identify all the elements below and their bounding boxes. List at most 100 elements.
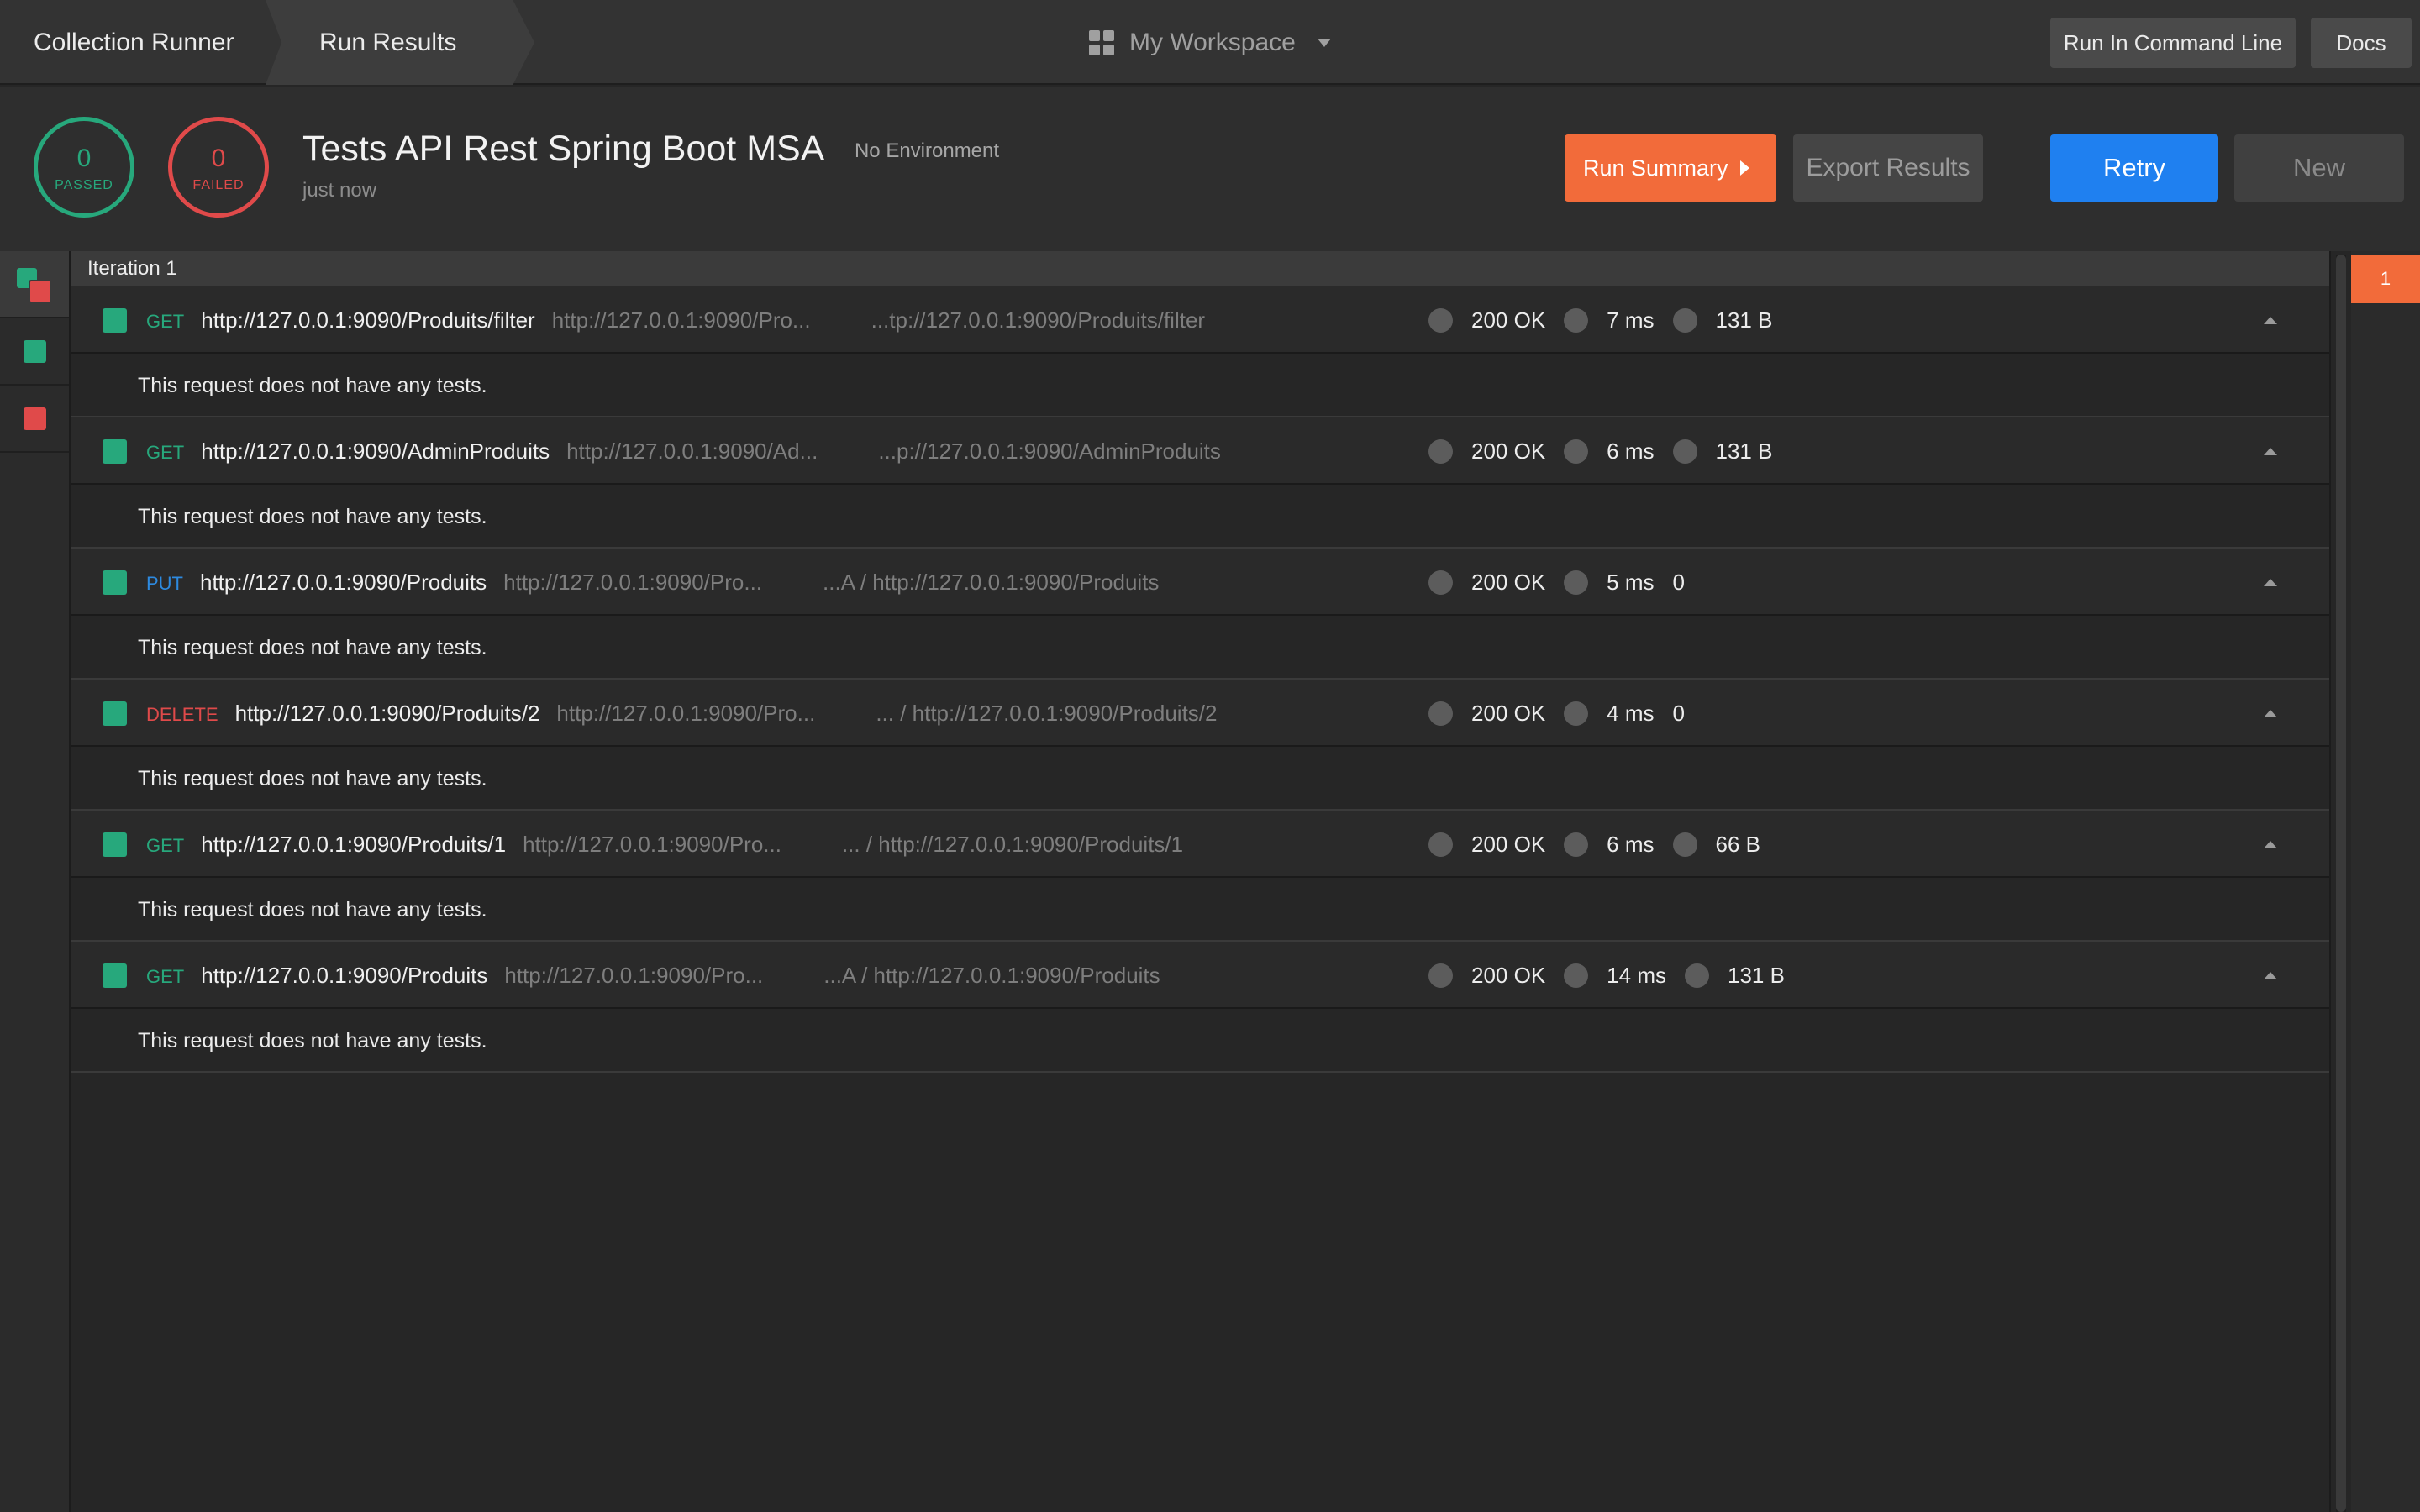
request-tests-message: This request does not have any tests.	[71, 878, 2329, 942]
breadcrumb-collection-runner[interactable]: Collection Runner	[34, 0, 234, 85]
request-url[interactable]: http://127.0.0.1:9090/Produits	[201, 963, 487, 988]
result-filter-rail	[0, 251, 71, 1512]
response-time: 6 ms	[1607, 438, 1655, 464]
chevron-down-icon	[1317, 38, 1331, 47]
new-button[interactable]: New	[2234, 134, 2404, 202]
iteration-results: Iteration 1 GET http://127.0.0.1:9090/Pro…	[71, 251, 2331, 1512]
failed-square-icon	[29, 280, 52, 303]
request-url[interactable]: http://127.0.0.1:9090/Produits/1	[201, 832, 506, 857]
request-passed-indicator	[103, 963, 127, 988]
time-dot-icon	[1564, 570, 1589, 595]
passed-label: PASSED	[55, 178, 113, 192]
filter-all[interactable]	[0, 251, 69, 318]
response-size: 0	[1672, 569, 1685, 595]
export-results-button[interactable]: Export Results	[1793, 134, 1983, 202]
request-row[interactable]: GET http://127.0.0.1:9090/AdminProduits ht…	[71, 417, 2329, 485]
response-size: 131 B	[1715, 438, 1773, 464]
request-url-short: http://127.0.0.1:9090/Pro...	[504, 963, 764, 988]
request-method: GET	[146, 311, 185, 332]
run-summary-button[interactable]: Run Summary	[1565, 134, 1776, 202]
request-row[interactable]: PUT http://127.0.0.1:9090/Produits http://…	[71, 549, 2329, 616]
iteration-navigator: 1	[2351, 251, 2420, 1512]
request-method: GET	[146, 442, 185, 463]
request-tests-message: This request does not have any tests.	[71, 747, 2329, 811]
retry-button[interactable]: Retry	[2050, 134, 2218, 202]
response-time: 6 ms	[1607, 831, 1655, 857]
response-status: 200 OK	[1471, 438, 1546, 464]
chevron-up-icon[interactable]	[2264, 579, 2277, 586]
filter-passed[interactable]	[0, 318, 69, 386]
collection-title: Tests API Rest Spring Boot MSA	[302, 129, 823, 169]
iteration-chip[interactable]: 1	[2351, 255, 2420, 303]
request-method: GET	[146, 835, 185, 856]
request-url-full: ... / http://127.0.0.1:9090/Produits/1	[841, 832, 1184, 857]
request-row[interactable]: GET http://127.0.0.1:9090/Produits http://…	[71, 942, 2329, 1009]
response-metrics: 200 OK 4 ms 0	[1428, 680, 1703, 747]
request-url-short: http://127.0.0.1:9090/Pro...	[523, 832, 781, 857]
environment-label: No Environment	[854, 139, 1000, 162]
response-status: 200 OK	[1471, 569, 1546, 595]
request-method: PUT	[146, 573, 183, 594]
response-metrics: 200 OK 14 ms 131 B	[1428, 942, 1803, 1009]
passed-count: 0	[76, 144, 92, 172]
request-passed-indicator	[103, 570, 127, 595]
time-dot-icon	[1564, 701, 1589, 726]
chevron-up-icon[interactable]	[2264, 841, 2277, 848]
response-status: 200 OK	[1471, 307, 1546, 333]
response-time: 4 ms	[1607, 700, 1655, 726]
request-method: GET	[146, 966, 185, 987]
request-passed-indicator	[103, 701, 127, 726]
workspace-name: My Workspace	[1129, 28, 1296, 56]
time-dot-icon	[1564, 832, 1589, 857]
chevron-up-icon[interactable]	[2264, 972, 2277, 979]
request-url[interactable]: http://127.0.0.1:9090/Produits/2	[235, 701, 540, 726]
status-dot-icon	[1428, 832, 1453, 857]
request-url[interactable]: http://127.0.0.1:9090/AdminProduits	[201, 438, 550, 464]
play-icon	[1740, 160, 1749, 176]
request-url-short: http://127.0.0.1:9090/Pro...	[551, 307, 811, 333]
chevron-up-icon[interactable]	[2264, 317, 2277, 324]
size-dot-icon	[1684, 963, 1709, 988]
workspace-switcher[interactable]: My Workspace	[1089, 0, 1331, 85]
results-scrollbar[interactable]	[2336, 255, 2346, 1512]
docs-button[interactable]: Docs	[2311, 18, 2412, 68]
time-dot-icon	[1564, 963, 1589, 988]
status-dot-icon	[1428, 570, 1453, 595]
chevron-up-icon[interactable]	[2264, 710, 2277, 717]
filter-failed[interactable]	[0, 386, 69, 453]
status-dot-icon	[1428, 701, 1453, 726]
request-summary: PUT http://127.0.0.1:9090/Produits http://…	[146, 549, 1159, 616]
time-dot-icon	[1564, 307, 1589, 333]
request-passed-indicator	[103, 832, 127, 857]
chevron-up-icon[interactable]	[2264, 448, 2277, 455]
response-metrics: 200 OK 7 ms 131 B	[1428, 286, 1791, 354]
request-url[interactable]: http://127.0.0.1:9090/Produits	[200, 570, 487, 595]
request-url-full: ...A / http://127.0.0.1:9090/Produits	[823, 963, 1160, 988]
passed-counter: 0 PASSED	[34, 117, 134, 218]
response-size: 131 B	[1727, 962, 1785, 988]
request-summary: GET http://127.0.0.1:9090/Produits/filter…	[146, 286, 1205, 354]
response-time: 14 ms	[1607, 962, 1666, 988]
request-url-full: ...p://127.0.0.1:9090/AdminProduits	[878, 438, 1221, 464]
request-row[interactable]: GET http://127.0.0.1:9090/Produits/filter…	[71, 286, 2329, 354]
scrollbar-thumb[interactable]	[2336, 255, 2346, 1512]
request-url-short: http://127.0.0.1:9090/Pro...	[503, 570, 763, 595]
response-status: 200 OK	[1471, 831, 1546, 857]
request-method: DELETE	[146, 704, 218, 725]
response-metrics: 200 OK 5 ms 0	[1428, 549, 1703, 616]
request-url[interactable]: http://127.0.0.1:9090/Produits/filter	[201, 307, 534, 333]
run-in-command-line-button[interactable]: Run In Command Line	[2050, 18, 2296, 68]
failed-square-icon	[24, 407, 46, 430]
run-header: 0 PASSED 0 FAILED Tests API Rest Spring …	[0, 87, 2420, 251]
breadcrumb-run-results[interactable]: Run Results	[266, 0, 534, 85]
status-dot-icon	[1428, 963, 1453, 988]
grid-icon	[1089, 29, 1114, 55]
top-bar: Collection Runner Run Results My Workspa…	[0, 0, 2420, 85]
request-url-full: ...tp://127.0.0.1:9090/Produits/filter	[871, 307, 1206, 333]
request-row[interactable]: DELETE http://127.0.0.1:9090/Produits/2 ht…	[71, 680, 2329, 747]
iteration-header: Iteration 1	[71, 251, 2329, 286]
size-dot-icon	[1672, 438, 1697, 464]
request-summary: GET http://127.0.0.1:9090/AdminProduits ht…	[146, 417, 1221, 485]
failed-count: 0	[211, 144, 226, 172]
request-row[interactable]: GET http://127.0.0.1:9090/Produits/1 http:…	[71, 811, 2329, 878]
